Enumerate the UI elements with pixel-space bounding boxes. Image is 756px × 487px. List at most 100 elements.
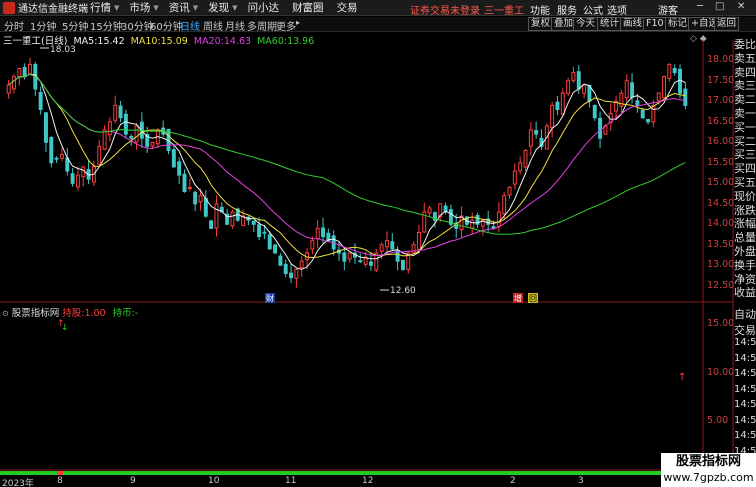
candle-body[interactable] [635, 100, 640, 106]
candle-body[interactable] [502, 195, 507, 215]
candle-body[interactable] [267, 234, 272, 250]
candle-body[interactable] [299, 260, 304, 269]
candle-body[interactable] [28, 63, 32, 75]
candle-body[interactable] [182, 173, 187, 193]
kline-chart[interactable]: ↑↓↑ 18.03 12.60 财 增 回 [0, 0, 734, 487]
recent-buy-arrow-icon[interactable]: ↑ [678, 372, 686, 383]
auto-trade-label[interactable]: 自动 [734, 306, 756, 322]
candle-body[interactable] [38, 92, 43, 110]
candle-body[interactable] [662, 76, 666, 98]
tick-time: 14:56 [734, 430, 756, 441]
candle-body[interactable] [576, 71, 581, 90]
candle-body[interactable] [6, 84, 11, 94]
candle-body[interactable] [592, 104, 597, 119]
candle-body[interactable] [507, 186, 512, 196]
candle-body[interactable] [342, 252, 347, 262]
indicator-toggle-icon[interactable]: ⊙ [2, 309, 9, 318]
candle-body[interactable] [310, 240, 315, 250]
candle-body[interactable] [390, 241, 395, 250]
candle-body[interactable] [315, 227, 320, 240]
candle-body[interactable] [640, 109, 645, 119]
candle-body[interactable] [427, 207, 432, 214]
candle-body[interactable] [59, 154, 64, 159]
ma5-line [8, 73, 686, 270]
candle-body[interactable] [75, 174, 80, 188]
price-tick-label: 17.50 [707, 74, 735, 86]
candle-body[interactable] [209, 220, 214, 229]
hold-cash-value: - [134, 308, 139, 319]
candle-body[interactable] [22, 67, 27, 78]
candle-body[interactable] [523, 150, 528, 168]
candle-body[interactable] [667, 63, 672, 79]
candle-body[interactable] [560, 92, 565, 115]
candle-body[interactable] [683, 88, 688, 106]
candle-body[interactable] [129, 136, 134, 139]
candle-body[interactable] [496, 211, 501, 227]
tick-time: 14:56 [734, 414, 756, 426]
candle-body[interactable] [230, 211, 235, 227]
candle-body[interactable] [278, 255, 283, 266]
candle-body[interactable] [411, 244, 416, 254]
candle-body[interactable] [624, 80, 629, 99]
candle-body[interactable] [251, 220, 256, 225]
price-tick-label: 15.00 [707, 177, 735, 189]
candle-body[interactable] [518, 162, 523, 172]
candle-body[interactable] [177, 161, 182, 176]
candle-body[interactable] [400, 259, 405, 270]
candle-body[interactable] [198, 195, 203, 203]
candle-body[interactable] [630, 82, 635, 98]
indicator-tick-label: 10.00 [707, 366, 735, 378]
candle-body[interactable] [358, 260, 363, 263]
candle-body[interactable] [598, 117, 603, 139]
candle-body[interactable] [273, 244, 278, 254]
candle-body[interactable] [347, 252, 352, 260]
candle-body[interactable] [193, 191, 198, 205]
auto-trade-label[interactable]: 交易 [734, 322, 756, 338]
candle-body[interactable] [134, 125, 139, 143]
candle-body[interactable] [123, 113, 128, 135]
candle-body[interactable] [262, 231, 267, 234]
candle-body[interactable] [379, 244, 384, 252]
candle-body[interactable] [107, 121, 112, 136]
sell-signal-icon[interactable]: ↓ [61, 323, 69, 333]
candle-body[interactable] [17, 68, 22, 78]
candle-body[interactable] [582, 84, 587, 94]
candle-body[interactable] [294, 268, 299, 279]
candle-body[interactable] [187, 186, 192, 189]
price-tick-label: 15.50 [707, 156, 735, 168]
candle-body[interactable] [571, 72, 576, 82]
candle-body[interactable] [678, 68, 682, 94]
candle-body[interactable] [512, 170, 517, 185]
candle-body[interactable] [214, 203, 219, 229]
tick-time: 14:56 [734, 399, 756, 410]
candle-body[interactable] [171, 149, 176, 168]
candle-body[interactable] [470, 219, 475, 229]
close-icon[interactable]: ✕ [737, 1, 745, 12]
candle-body[interactable] [672, 67, 677, 74]
candle-body[interactable] [12, 76, 16, 90]
candle-body[interactable] [257, 224, 262, 238]
candle-body[interactable] [150, 141, 155, 147]
candle-body[interactable] [550, 104, 555, 128]
candle-body[interactable] [43, 112, 48, 143]
candle-body[interactable] [646, 118, 651, 123]
candle-body[interactable] [384, 240, 389, 248]
candle-body[interactable] [416, 232, 421, 250]
candle-body[interactable] [118, 105, 123, 119]
candle-body[interactable] [656, 92, 661, 102]
candle-body[interactable] [54, 157, 59, 160]
candle-body[interactable] [321, 227, 325, 238]
candle-body[interactable] [528, 129, 533, 147]
candle-body[interactable] [113, 104, 118, 121]
candle-body[interactable] [555, 101, 560, 111]
candle-body[interactable] [97, 145, 102, 165]
candle-body[interactable] [283, 263, 288, 274]
candle-body[interactable] [289, 272, 294, 279]
indicator-name[interactable]: 股票指标网 [12, 308, 60, 319]
candle-body[interactable] [102, 129, 107, 150]
candle-body[interactable] [70, 173, 75, 184]
candle-body[interactable] [534, 130, 539, 135]
candle-body[interactable] [49, 136, 54, 164]
candle-body[interactable] [566, 80, 571, 94]
candle-body[interactable] [369, 261, 373, 266]
